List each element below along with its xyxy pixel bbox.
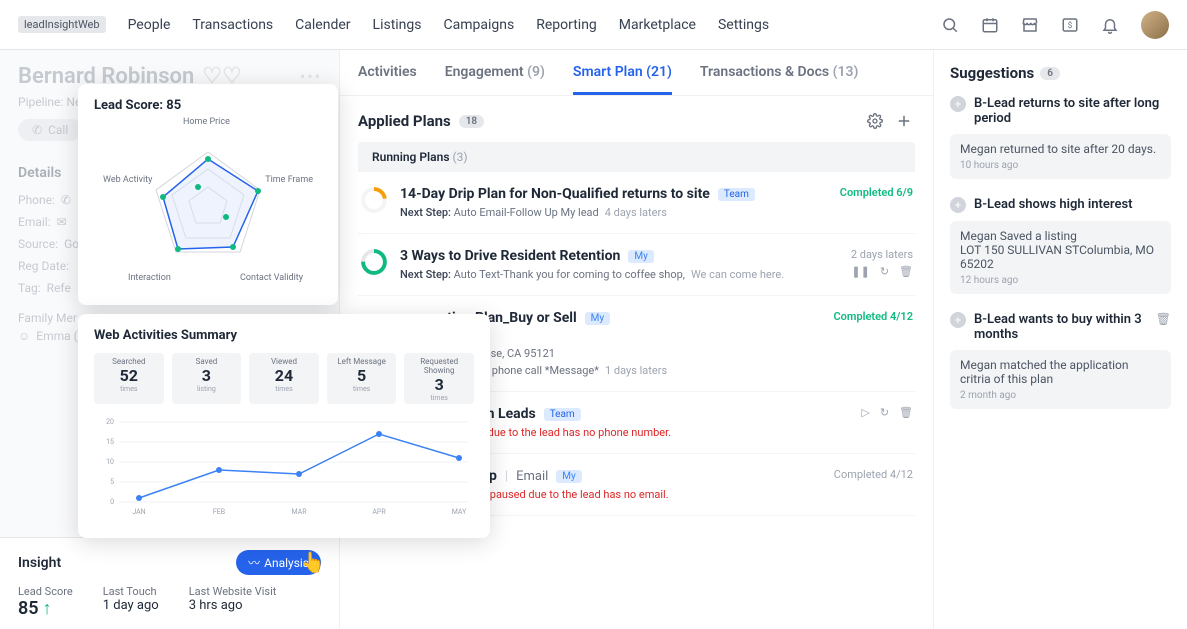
tab-activities[interactable]: Activities (358, 64, 417, 95)
history-icon[interactable]: ↻ (880, 265, 889, 278)
plus-icon[interactable] (893, 110, 915, 132)
gear-icon[interactable] (865, 111, 885, 131)
svg-text:0: 0 (110, 498, 114, 506)
nav-calendar[interactable]: Calender (295, 17, 350, 33)
add-suggestion-icon[interactable]: + (950, 197, 966, 213)
user-avatar[interactable] (1141, 11, 1169, 39)
history-icon[interactable]: ↻ (880, 406, 889, 419)
svg-text:15: 15 (106, 438, 114, 446)
suggestions-count-badge: 6 (1040, 67, 1060, 80)
suggestion-item: +B-Lead returns to site after long perio… (950, 96, 1171, 179)
store-icon[interactable] (1021, 16, 1039, 34)
pause-icon[interactable]: ❚❚ (851, 265, 869, 278)
svg-text:$: $ (1068, 20, 1073, 31)
trash-icon[interactable]: 🗑 (899, 406, 913, 419)
add-suggestion-icon[interactable]: + (950, 96, 966, 112)
trash-icon[interactable]: 🗑 (1156, 312, 1171, 326)
plan-row[interactable]: 3 Ways to Drive Resident Retention MyNex… (358, 234, 915, 296)
web-activity-stat: Searched52times (94, 353, 164, 404)
svg-text:MAR: MAR (291, 508, 307, 516)
nav-listings[interactable]: Listings (373, 17, 422, 33)
arrow-up-icon: ↑ (43, 598, 52, 619)
nav-marketplace[interactable]: Marketplace (619, 17, 696, 33)
tab-smart-plan[interactable]: Smart Plan (21) (573, 64, 672, 95)
suggestion-item: +B-Lead shows high interestMegan Saved a… (950, 197, 1171, 294)
cursor-icon: 👆 (300, 550, 325, 574)
lead-score-popover: Lead Score: 85 (78, 84, 338, 305)
bell-icon[interactable] (1101, 16, 1119, 34)
nav-campaigns[interactable]: Campaigns (444, 17, 515, 33)
web-activities-title: Web Activities Summary (94, 328, 474, 343)
person-icon: ☺ (18, 329, 30, 343)
calendar-icon[interactable] (981, 16, 999, 34)
nav-reporting[interactable]: Reporting (536, 17, 597, 33)
insight-panel: Insight 〰Analysis Lead Score85↑ Last Tou… (0, 537, 339, 629)
svg-text:MAY: MAY (452, 508, 467, 516)
dollar-icon[interactable]: $ (1061, 16, 1079, 34)
mail-icon: ✉ (57, 215, 67, 229)
svg-text:20: 20 (106, 418, 114, 426)
nav-settings[interactable]: Settings (718, 17, 769, 33)
insight-heading: Insight (18, 555, 61, 571)
plan-row[interactable]: 14-Day Drip Plan for Non-Qualified retur… (358, 172, 915, 234)
trash-icon[interactable]: 🗑 (899, 265, 913, 278)
phone-icon: ✆ (61, 193, 71, 207)
suggestion-item: +B-Lead wants to buy within 3 months🗑Meg… (950, 312, 1171, 409)
svg-text:10: 10 (106, 458, 114, 466)
radar-chart (103, 117, 313, 287)
call-button[interactable]: ✆Call (18, 119, 82, 141)
left-sidebar: Bernard Robinson♡♡⋯ Pipeline: Ne ✆Call D… (0, 50, 340, 629)
web-activities-popover: Web Activities Summary Searched52timesSa… (78, 314, 490, 538)
phone-icon: ✆ (32, 123, 42, 137)
add-suggestion-icon[interactable]: + (950, 312, 966, 328)
lead-score-title: Lead Score: 85 (94, 98, 322, 113)
brand-badge: leadInsightWeb (18, 16, 106, 33)
tab-transactions-docs[interactable]: Transactions & Docs (13) (700, 64, 858, 95)
svg-text:5: 5 (110, 478, 114, 486)
web-activity-stat: Requested Showing3times (404, 353, 474, 404)
tabs: Activities Engagement (9) Smart Plan (21… (340, 50, 933, 96)
running-plans-header: Running Plans (3) (358, 142, 915, 172)
suggestions-panel: Suggestions 6 +B-Lead returns to site af… (934, 50, 1187, 629)
web-activities-chart: 0 5 10 15 20 JAN FEB MAR APR MAY (94, 412, 474, 522)
svg-text:APR: APR (372, 508, 386, 516)
svg-text:JAN: JAN (132, 508, 145, 516)
web-activity-stat: Left Message5times (327, 353, 397, 404)
search-icon[interactable] (941, 16, 959, 34)
stat-last-touch: Last Touch1 day ago (103, 585, 159, 619)
chart-icon: 〰 (248, 554, 260, 571)
web-activity-stat: Viewed24times (249, 353, 319, 404)
applied-plans-heading: Applied Plans (358, 112, 451, 130)
svg-text:FEB: FEB (213, 508, 225, 516)
top-nav: leadInsightWeb People Transactions Calen… (0, 0, 1187, 50)
suggestions-heading: Suggestions (950, 64, 1034, 82)
tab-engagement[interactable]: Engagement (9) (445, 64, 545, 95)
nav-people[interactable]: People (128, 17, 171, 33)
stat-lead-score: Lead Score85↑ (18, 585, 73, 619)
nav-transactions[interactable]: Transactions (192, 17, 273, 33)
play-icon[interactable]: ▷ (861, 406, 869, 419)
stat-last-visit: Last Website Visit3 hrs ago (189, 585, 277, 619)
applied-count-badge: 18 (459, 115, 484, 128)
web-activity-stat: Saved3listing (172, 353, 242, 404)
